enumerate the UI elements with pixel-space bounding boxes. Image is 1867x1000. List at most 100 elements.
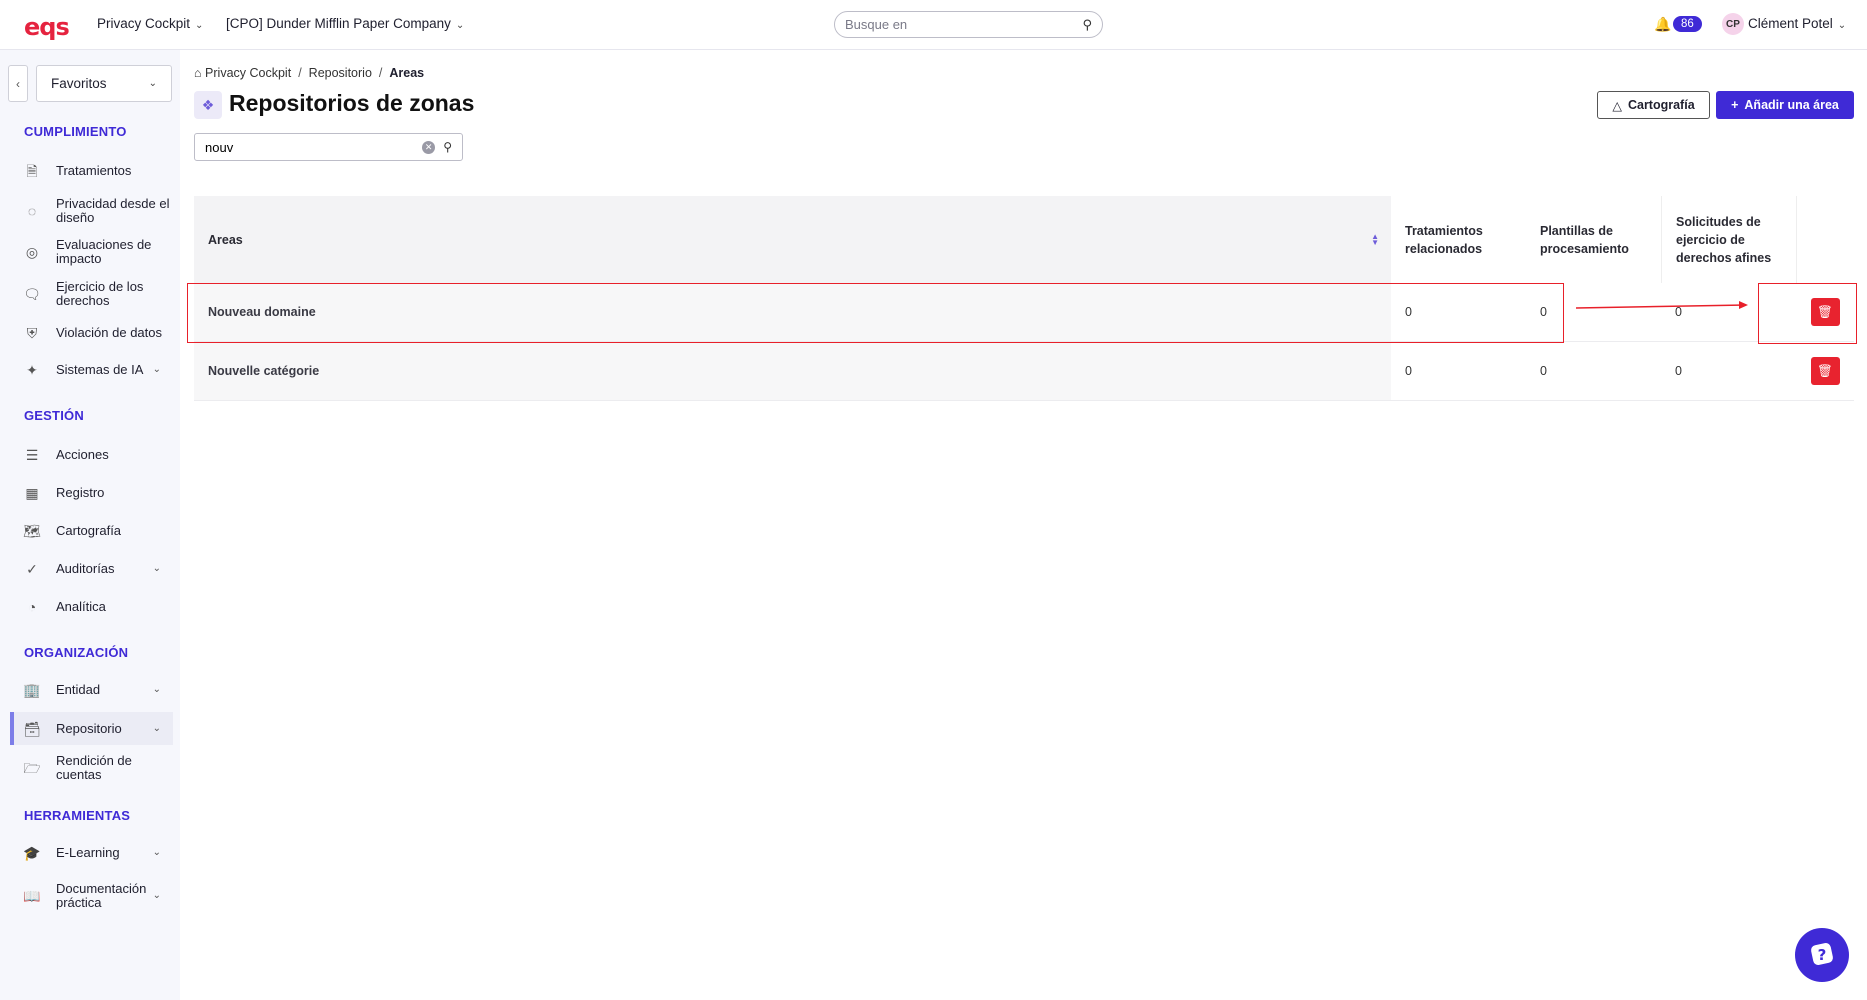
column-header-actions [1796, 196, 1854, 283]
sidebar-item-rendicion[interactable]: 🗁 Rendición de cuentas [10, 754, 173, 782]
cartography-button[interactable]: △ Cartografía [1597, 91, 1710, 119]
sidebar-item-elearning[interactable]: 🎓 E-Learning ⌄ [10, 845, 173, 861]
sidebar-item-acciones[interactable]: ☰ Acciones [10, 447, 173, 463]
company-switcher[interactable]: [CPO] Dunder Mifflin Paper Company ⌄ [226, 16, 464, 31]
sidebar-item-auditorias[interactable]: ✓ Auditorías ⌄ [10, 561, 173, 577]
shield-icon: ⛨ [26, 325, 38, 341]
search-icon[interactable]: ⚲ [443, 140, 452, 154]
sidebar-item-privacidad[interactable]: ◌ Privacidad desde el diseño [10, 197, 173, 225]
help-icon: ? [1811, 943, 1833, 965]
trash-icon: 🗑 [1817, 363, 1833, 378]
sidebar-item-label: Analítica [56, 599, 106, 614]
home-icon: ⌂ [194, 66, 202, 80]
cell-templates: 0 [1540, 364, 1547, 378]
breadcrumb: ⌂ Privacy Cockpit / Repositorio / Areas [194, 66, 425, 80]
sidebar-item-label: Privacidad desde el diseño [56, 196, 170, 225]
sparkle-icon: ✦ [26, 362, 38, 378]
sidebar-item-label: Auditorías [56, 561, 115, 576]
global-search-input[interactable] [845, 17, 1065, 32]
annotation-arrow [1576, 301, 1748, 309]
sidebar-item-violacion[interactable]: ⛨ Violación de datos [10, 325, 173, 341]
header-label: Solicitudes de ejercicio de derechos afi… [1676, 214, 1772, 265]
check-circle-icon: ✓ [26, 561, 38, 577]
add-area-button[interactable]: + Añadir una área [1716, 91, 1854, 119]
column-header-requests: Solicitudes de ejercicio de derechos afi… [1661, 196, 1796, 283]
chevron-down-icon: ⌄ [1837, 20, 1847, 31]
sidebar-item-label: Tratamientos [56, 163, 132, 178]
chevron-down-icon: ⌄ [152, 722, 161, 734]
breadcrumb-home[interactable]: Privacy Cockpit [205, 66, 291, 80]
sidebar-item-derechos[interactable]: 🗨 Ejercicio de los derechos [10, 280, 173, 308]
sidebar-item-registro[interactable]: ▦ Registro [10, 485, 173, 501]
sidebar-item-documentacion[interactable]: 📖 Documentación práctica ⌄ [10, 882, 173, 910]
sidebar-item-analitica[interactable]: ◔ Analítica [10, 599, 173, 615]
annotation-delete-highlight [1758, 283, 1857, 344]
cartography-button-label: Cartografía [1627, 98, 1695, 112]
sidebar-item-label: Registro [56, 485, 105, 500]
section-title-organization: ORGANIZACIÓN [24, 645, 129, 660]
delete-button[interactable]: 🗑 [1810, 357, 1840, 385]
chevron-down-icon: ⌄ [455, 20, 465, 31]
notification-count-badge[interactable]: 86 [1673, 16, 1702, 32]
cell-actions: 🗑 [1796, 342, 1854, 400]
folder-icon: 🗁 [23, 760, 41, 776]
chevron-down-icon: ⌄ [148, 78, 157, 89]
section-title-compliance: CUMPLIMIENTO [24, 124, 127, 139]
section-title-tools: HERRAMIENTAS [24, 808, 131, 823]
table-header: Areas ▲ ▼ Tratamientos relacionados Planti… [194, 196, 1854, 283]
annotation-row-highlight [187, 283, 1564, 343]
area-filter-input[interactable] [205, 139, 405, 155]
book-icon: 📖 [23, 888, 41, 904]
archive-icon: 🗃 [23, 720, 41, 737]
tag-icon: ❖ [194, 91, 222, 119]
eqs-logo[interactable]: eqs [24, 13, 70, 41]
clear-icon[interactable]: ✕ [422, 140, 436, 154]
chevron-down-icon: ⌄ [152, 563, 161, 574]
breadcrumb-parent[interactable]: Repositorio [309, 66, 372, 80]
header-label: Plantillas de procesamiento [1540, 223, 1629, 256]
sidebar-item-label: Violación de datos [56, 325, 163, 340]
favorites-dropdown[interactable]: Favoritos ⌄ [36, 65, 172, 102]
sidebar-item-repositorio[interactable]: 🗃 Repositorio ⌄ [10, 712, 173, 745]
top-bar: eqs Privacy Cockpit ⌄ [CPO] Dunder Miffli… [0, 0, 1867, 50]
chevron-down-icon: ⌄ [195, 20, 204, 31]
building-icon: 🏢 [23, 682, 41, 698]
company-label: [CPO] Dunder Mifflin Paper Company [226, 16, 451, 31]
module-label: Privacy Cockpit [97, 16, 191, 31]
sidebar-item-label: Rendición de cuentas [56, 753, 132, 782]
add-area-button-label: Añadir una área [1744, 98, 1839, 112]
sidebar-item-tratamientos[interactable]: 🗎 Tratamientos [10, 163, 173, 179]
global-search: ⚲ [834, 11, 1103, 38]
cell-requests: 0 [1675, 364, 1682, 378]
module-switcher[interactable]: Privacy Cockpit ⌄ [97, 16, 203, 31]
sidebar-item-label: Cartografía [56, 523, 122, 538]
column-header-areas[interactable]: Areas ▲ ▼ [194, 196, 1391, 283]
graduation-icon: 🎓 [23, 845, 41, 861]
plus-icon: + [1731, 98, 1739, 112]
cell-treatments: 0 [1405, 364, 1412, 378]
user-name: Clément Potel [1748, 16, 1833, 31]
chevron-down-icon: ⌄ [152, 847, 161, 858]
sidebar-item-evaluaciones[interactable]: ◎ Evaluaciones de impacto [10, 238, 173, 266]
bell-icon[interactable]: 🔔 [1654, 16, 1671, 33]
sidebar-item-cartografia[interactable]: 🗺 Cartografía [10, 523, 173, 539]
document-icon: 🗎 [26, 163, 38, 179]
impact-icon: ◎ [25, 244, 39, 260]
map-icon: 🗺 [23, 523, 41, 539]
list-icon: ☰ [25, 447, 39, 463]
sidebar-item-sistemas-ia[interactable]: ✦ Sistemas de IA ⌄ [10, 362, 173, 378]
sidebar-collapse-button[interactable]: ‹ [8, 65, 28, 102]
sort-icon[interactable]: ▲ ▼ [1371, 233, 1379, 247]
cell-area[interactable]: Nouvelle catégorie [194, 342, 1391, 400]
sidebar-item-label: Entidad [56, 682, 101, 697]
sidebar-item-label: E-Learning [56, 845, 120, 860]
user-menu[interactable]: Clément Potel ⌄ [1748, 16, 1846, 31]
search-icon[interactable]: ⚲ [1082, 17, 1092, 33]
chat-icon: 🗨 [23, 286, 41, 302]
sidebar-item-entidad[interactable]: 🏢 Entidad ⌄ [10, 682, 173, 698]
chevron-down-icon: ⌄ [152, 890, 161, 901]
help-button[interactable]: ? [1795, 928, 1849, 982]
avatar[interactable]: CP [1722, 13, 1744, 35]
sidebar-item-label: Ejercicio de los derechos [56, 279, 144, 308]
design-icon: ◌ [27, 203, 37, 219]
